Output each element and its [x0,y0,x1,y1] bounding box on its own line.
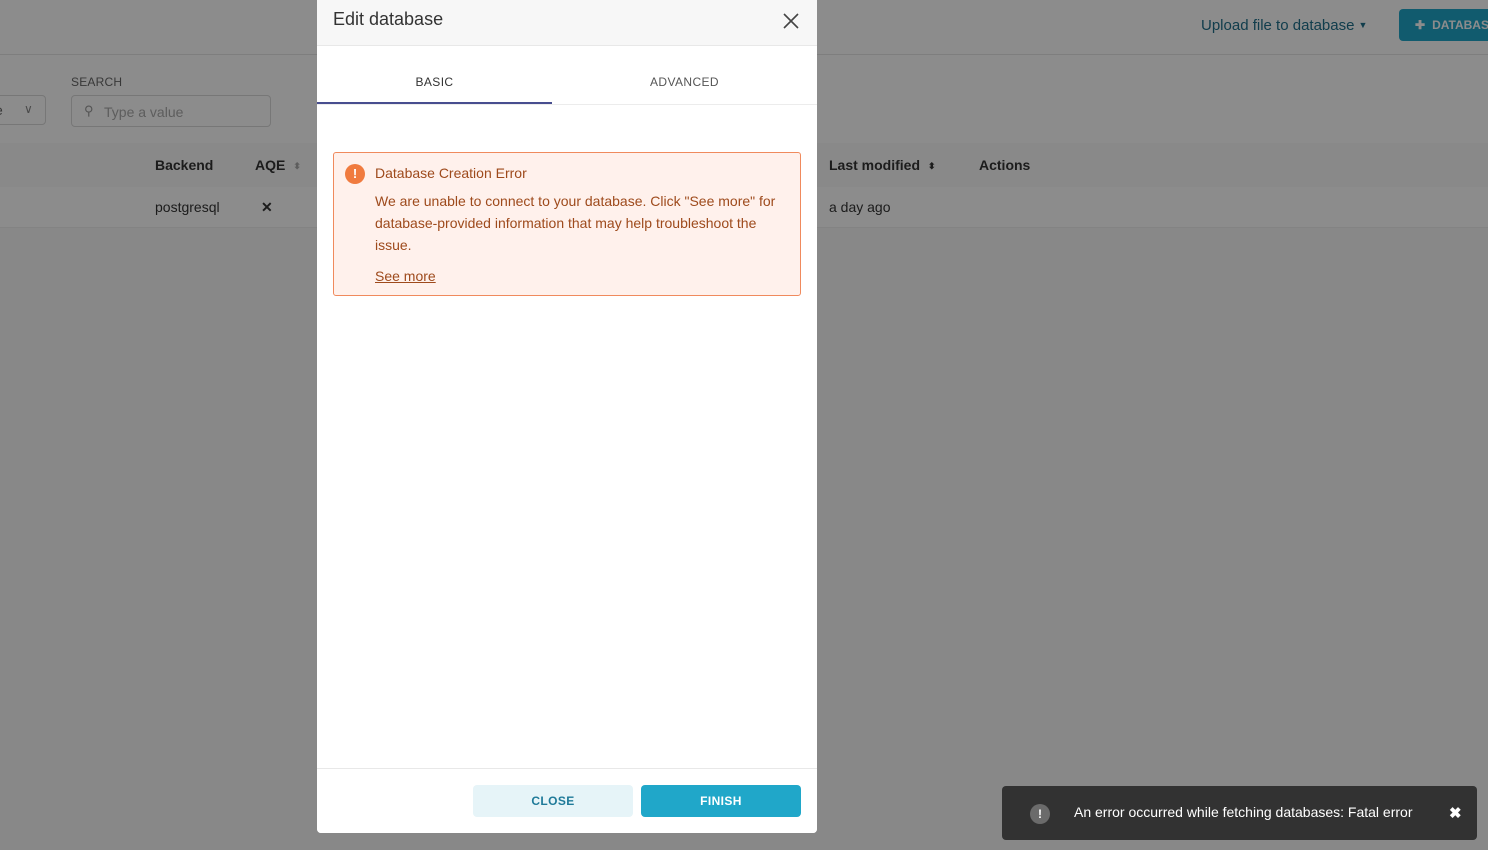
edit-database-modal: Edit database BASIC ADVANCED ! Database … [317,0,817,833]
toast-close-icon[interactable]: ✖ [1449,804,1462,822]
alert-title: Database Creation Error [375,165,527,181]
modal-header: Edit database [317,0,817,46]
tab-advanced[interactable]: ADVANCED [567,46,802,103]
toast-message: An error occurred while fetching databas… [1074,804,1413,820]
see-more-link[interactable]: See more [375,268,436,284]
warning-icon: ! [345,164,365,184]
alert-body: We are unable to connect to your databas… [375,193,776,253]
error-icon: ! [1030,804,1050,824]
close-icon[interactable] [779,9,803,33]
modal-tabs: BASIC ADVANCED [317,46,817,105]
modal-footer: CLOSE FINISH [317,768,817,833]
error-alert: ! Database Creation Error We are unable … [333,152,801,296]
finish-button[interactable]: FINISH [641,785,801,817]
close-button[interactable]: CLOSE [473,785,633,817]
error-toast: ! An error occurred while fetching datab… [1002,786,1477,840]
modal-title: Edit database [333,9,444,29]
tab-basic[interactable]: BASIC [317,46,552,104]
